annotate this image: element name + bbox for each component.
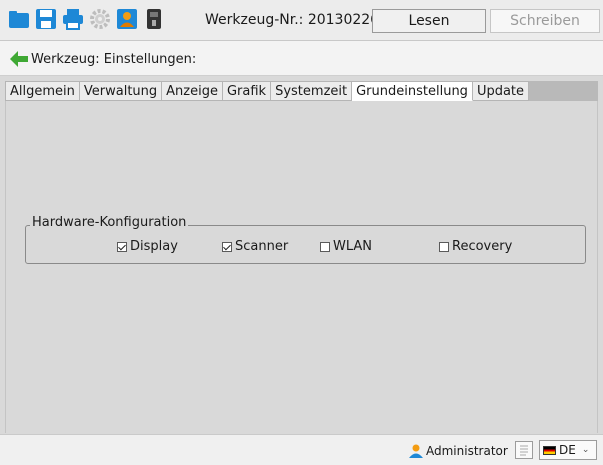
checkbox-box[interactable] [222, 241, 232, 252]
chevron-down-icon: ⌄ [581, 445, 590, 455]
checkbox-label: Display [130, 239, 178, 254]
german-flag-icon [543, 445, 556, 455]
folder-icon[interactable] [8, 8, 30, 30]
checkbox-label: Scanner [235, 239, 289, 254]
tab-anzeige[interactable]: Anzeige [162, 81, 223, 101]
language-code: DE [559, 443, 576, 457]
tab-grundeinstellung[interactable]: Grundeinstellung [352, 81, 473, 101]
checkbox-label: Recovery [452, 239, 513, 254]
checkbox-box[interactable] [117, 241, 127, 252]
checkbox-label: WLAN [333, 239, 373, 254]
settings-icon[interactable] [89, 8, 111, 30]
tab-bar: Allgemein Verwaltung Anzeige Grafik Syst… [5, 81, 530, 101]
print-icon[interactable] [62, 8, 84, 30]
hardware-config-title: Hardware-Konfiguration [30, 215, 189, 230]
checkbox-box[interactable] [320, 241, 330, 252]
wlan-checkbox[interactable]: WLAN [320, 239, 372, 254]
tool-number-label: Werkzeug-Nr.: 20130226 [205, 12, 380, 28]
current-user[interactable]: Administrator [408, 443, 508, 459]
tab-allgemein[interactable]: Allgemein [5, 81, 80, 101]
read-button[interactable]: Lesen [372, 9, 486, 33]
user-icon[interactable] [116, 8, 138, 30]
user-label: Administrator [426, 444, 508, 458]
breadcrumb-text: Werkzeug: Einstellungen: [31, 52, 197, 67]
user-icon [409, 444, 423, 458]
usb-icon[interactable] [143, 8, 165, 30]
tab-grafik[interactable]: Grafik [222, 81, 272, 101]
notes-icon[interactable] [515, 441, 533, 459]
back-arrow-icon[interactable] [9, 50, 29, 68]
tab-content-panel [5, 101, 598, 433]
tab-update[interactable]: Update [472, 81, 530, 101]
status-bar: Administrator DE ⌄ [0, 434, 603, 465]
toolbar: Werkzeug-Nr.: 20130226 Lesen Schreiben [0, 0, 603, 41]
recovery-checkbox[interactable]: Recovery [439, 239, 512, 254]
breadcrumb: Werkzeug: Einstellungen: [0, 41, 603, 76]
scanner-checkbox[interactable]: Scanner [222, 239, 288, 254]
language-select[interactable]: DE ⌄ [539, 440, 597, 460]
write-button[interactable]: Schreiben [490, 9, 600, 33]
tab-systemzeit[interactable]: Systemzeit [271, 81, 353, 101]
save-icon[interactable] [35, 8, 57, 30]
tab-verwaltung[interactable]: Verwaltung [79, 81, 163, 101]
checkbox-box[interactable] [439, 241, 449, 252]
display-checkbox[interactable]: Display [117, 239, 178, 254]
